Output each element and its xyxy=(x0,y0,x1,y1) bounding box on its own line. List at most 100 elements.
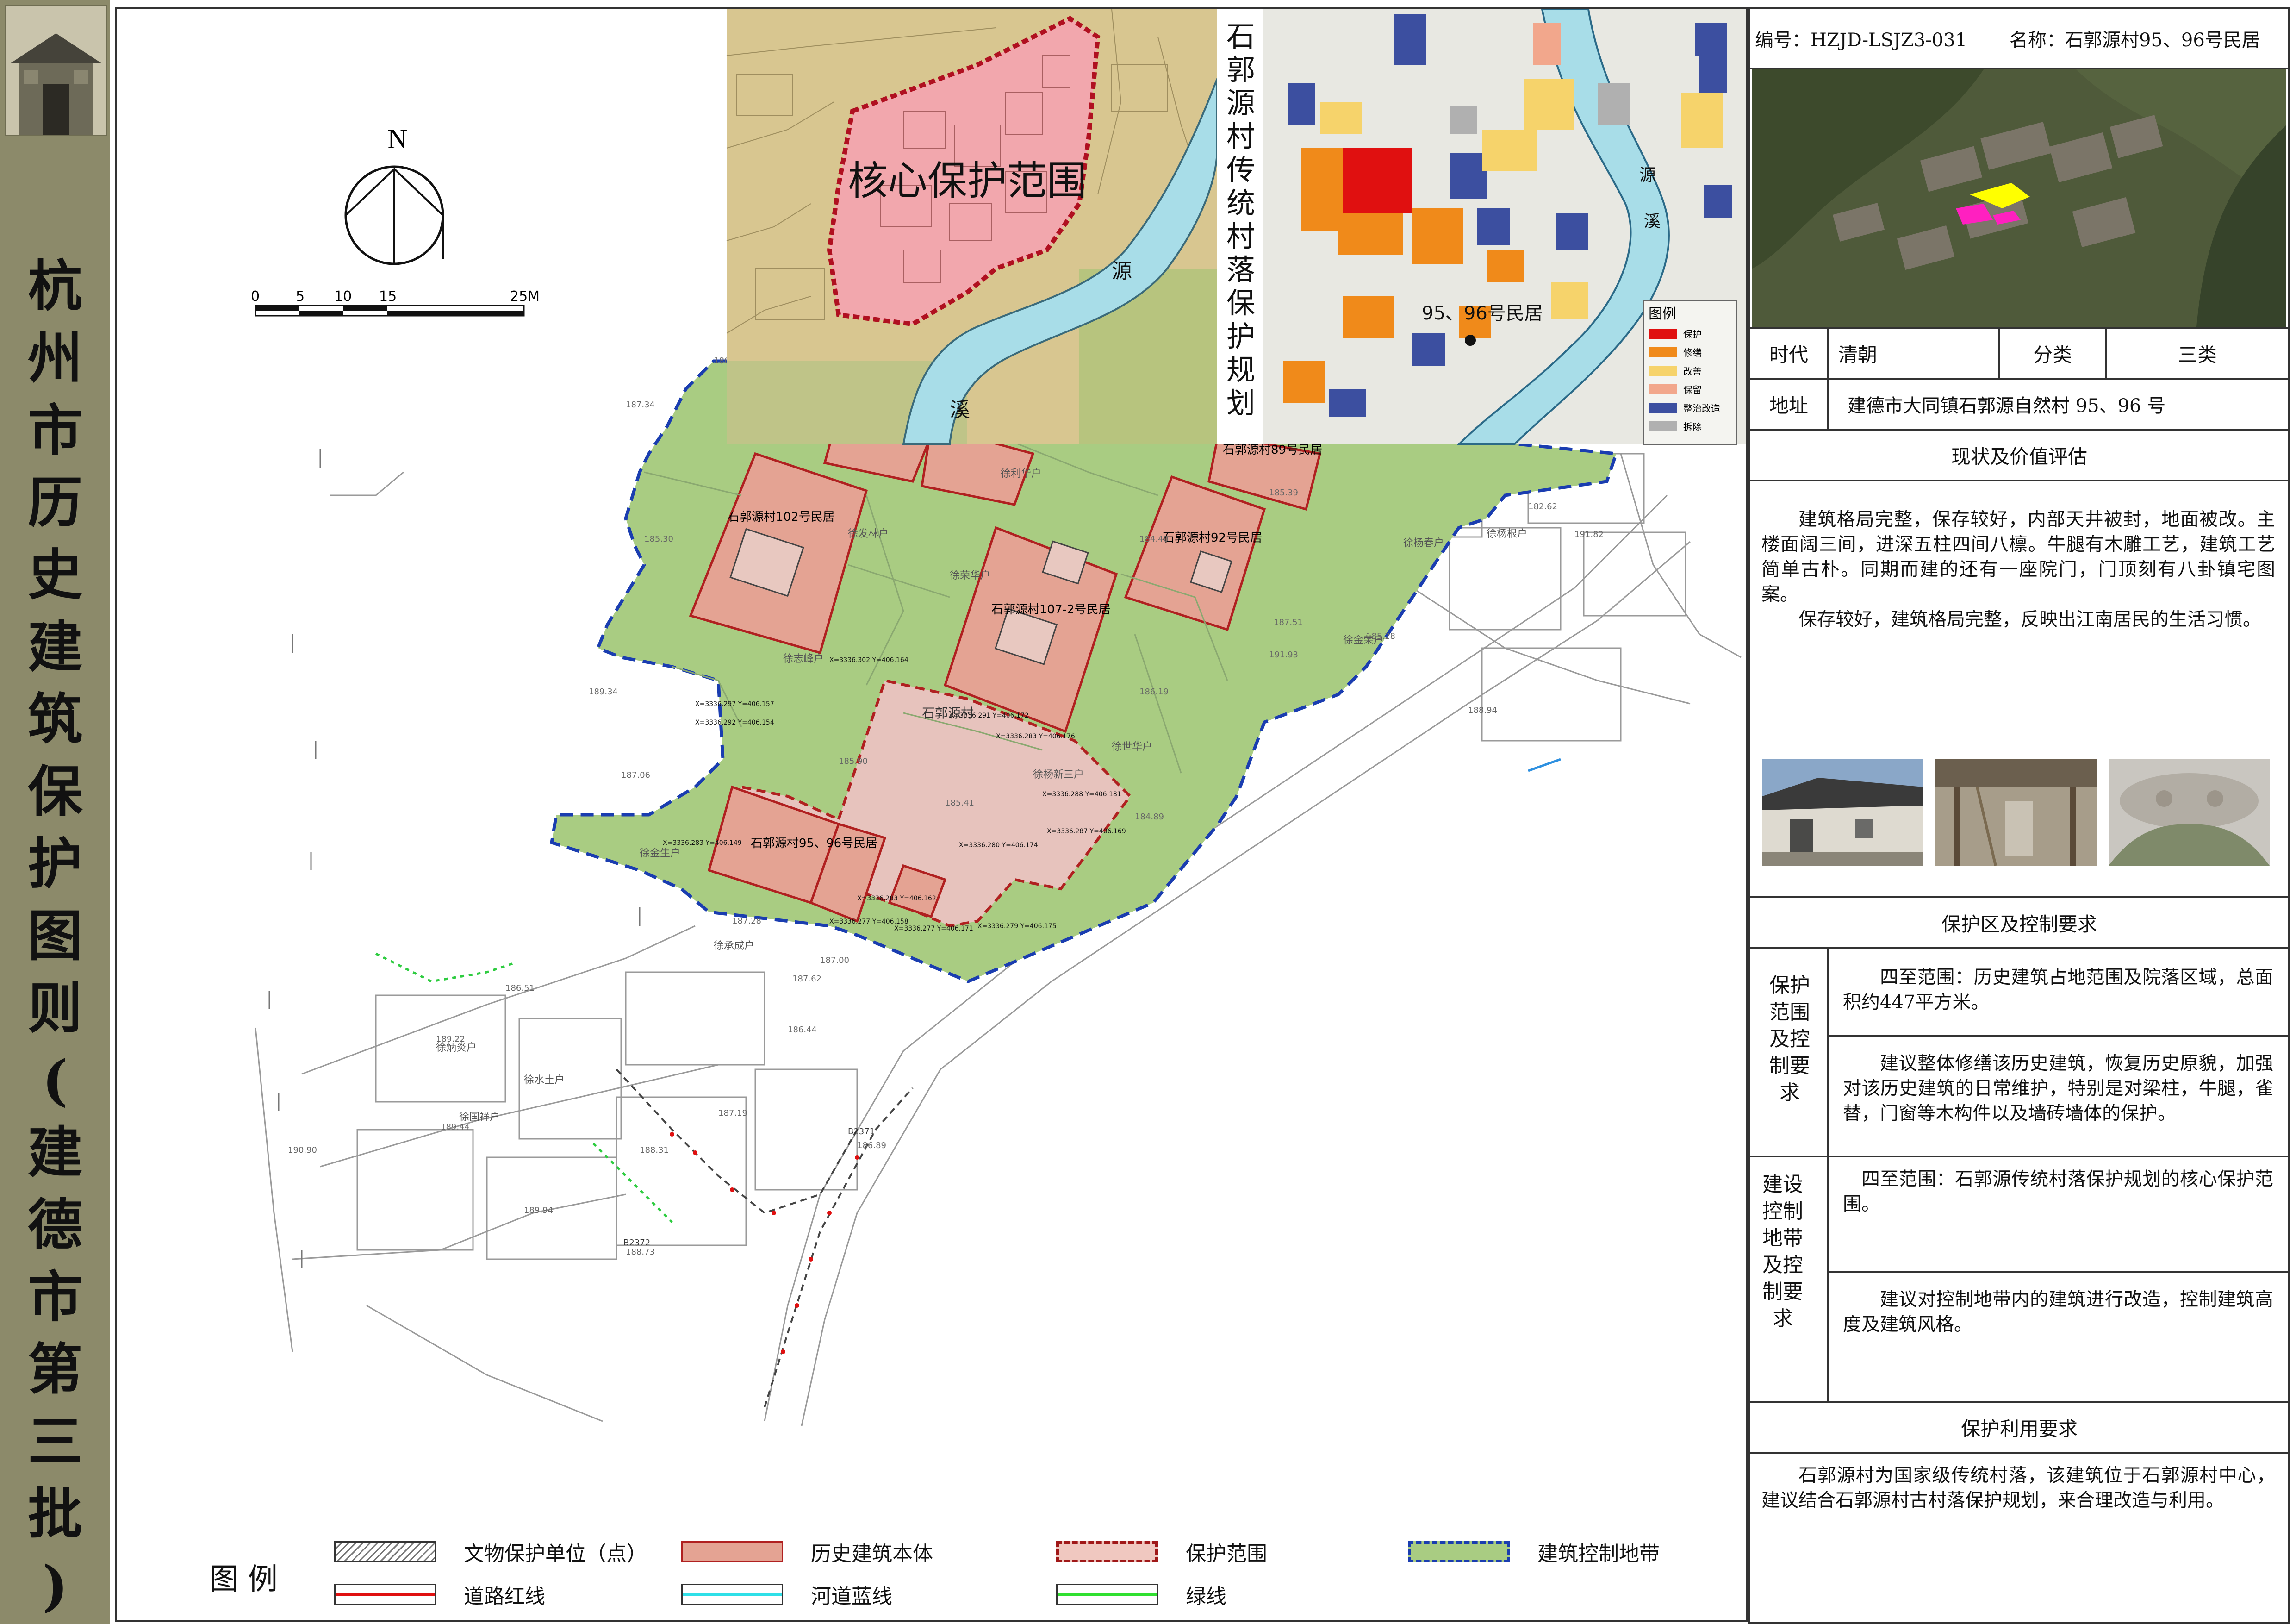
side-title-char: 三 xyxy=(27,1409,82,1474)
elevation-label: 188.94 xyxy=(1468,706,1497,715)
svg-text:徐金生户: 徐金生户 xyxy=(640,848,680,859)
status-paragraph-1: 建筑格局完整，保存较好，内部天井被封，地面被改。主楼面阔三间，进深五柱四间八檩。… xyxy=(1761,509,2275,605)
elevation-label: 185.30 xyxy=(644,534,673,544)
aerial-photo xyxy=(1750,69,2288,329)
svg-text:徐杨根户: 徐杨根户 xyxy=(1487,528,1527,540)
inset-legend-swatch xyxy=(1649,403,1677,413)
elevation-label: 187.06 xyxy=(621,770,650,780)
era-row: 时代 清朝 分类 三类 xyxy=(1750,329,2288,380)
svg-text:X=3336.297 Y=406.157: X=3336.297 Y=406.157 xyxy=(695,700,774,708)
svg-text:5: 5 xyxy=(296,288,305,305)
side-title-char: 市 xyxy=(27,1265,82,1329)
svg-text:10: 10 xyxy=(334,288,352,305)
site-map: N 0 5 10 15 25M 石郭源村102号民居 石郭源村107-2号民居 … xyxy=(115,7,1748,1530)
inset-title-char: 郭 xyxy=(1226,53,1255,87)
svg-text:核心保护范围: 核心保护范围 xyxy=(848,158,1087,204)
north-arrow-icon: N xyxy=(344,124,444,265)
protection-paragraph-1: 四至范围：历史建筑占地范围及院落区域，总面积约447平方米。 xyxy=(1843,967,2273,1013)
inset-legend-swatch xyxy=(1649,347,1677,357)
side-title-char: 批 xyxy=(27,1481,82,1546)
control-paragraph-1: 四至范围：石郭源传统村落保护规划的核心保护范围。 xyxy=(1843,1168,2273,1215)
svg-text:B2371: B2371 xyxy=(848,1127,875,1137)
svg-text:徐荣华户: 徐荣华户 xyxy=(950,570,990,581)
zone-heading-row: 保护区及控制要求 xyxy=(1750,898,2288,949)
inset-legend-swatch xyxy=(1649,421,1677,431)
svg-text:溪: 溪 xyxy=(1644,212,1661,231)
inset-title-char: 落 xyxy=(1226,253,1255,287)
svg-text:石郭源村95、96号民居: 石郭源村95、96号民居 xyxy=(751,837,877,850)
inset-legend-label: 拆除 xyxy=(1683,421,1702,432)
side-title-char: 历 xyxy=(27,470,82,535)
elevation-label: 189.94 xyxy=(524,1206,553,1215)
svg-text:徐利华户: 徐利华户 xyxy=(1001,468,1041,480)
legend-item-road-red-line: 道路红线 xyxy=(334,1580,545,1609)
inset-title-char: 传 xyxy=(1226,153,1255,187)
elevation-label: 191.82 xyxy=(1574,530,1604,539)
elevation-label: 184.89 xyxy=(1135,812,1164,822)
side-title-char: 保 xyxy=(27,759,82,824)
address-row: 地址 建德市大同镇石郭源自然村 95、96 号 xyxy=(1750,380,2288,431)
inset-legend-swatch xyxy=(1649,384,1677,394)
inset-legend-label: 修缮 xyxy=(1683,347,1702,358)
map-legend: 图例 文物保护单位（点） 历史建筑本体 保护范围 建筑控制地带 道路红线 河道蓝… xyxy=(115,1528,1748,1622)
protection-section: 保护范围及控制要求 四至范围：历史建筑占地范围及院落区域，总面积约447平方米。… xyxy=(1750,949,2288,1157)
svg-text:X=3336.283 Y=406.176: X=3336.283 Y=406.176 xyxy=(996,733,1075,740)
svg-text:溪: 溪 xyxy=(950,398,970,422)
svg-text:图例: 图例 xyxy=(1649,306,1676,322)
class-value: 三类 xyxy=(2178,343,2217,366)
svg-text:X=3336.279 Y=406.175: X=3336.279 Y=406.175 xyxy=(977,923,1057,930)
svg-text:源: 源 xyxy=(1639,166,1656,185)
legend-item-protection-range: 保护范围 xyxy=(1056,1537,1267,1567)
elevation-label: 191.93 xyxy=(1269,650,1298,660)
status-section: 建筑格局完整，保存较好，内部天井被封，地面被改。主楼面阔三间，进深五柱四间八檩。… xyxy=(1750,481,2288,898)
side-title-char: 市 xyxy=(27,398,82,462)
side-title-char: 护 xyxy=(27,831,82,896)
doc-number: 编号：HZJD-LSJZ3-031 xyxy=(1755,30,1967,51)
inset-legend-swatch xyxy=(1649,366,1677,376)
control-paragraph-2: 建议对控制地带内的建筑进行改造，控制建筑高度及建筑风格。 xyxy=(1843,1289,2273,1335)
status-paragraph-2: 保存较好，建筑格局完整，反映出江南居民的生活习惯。 xyxy=(1798,609,2261,630)
inset-title-char: 村 xyxy=(1226,219,1255,253)
elevation-label: 186.44 xyxy=(788,1025,817,1035)
legend-item-green-line: 绿线 xyxy=(1056,1580,1226,1609)
legend-item-heritage-point: 文物保护单位（点） xyxy=(334,1537,647,1567)
elevation-label: 190.90 xyxy=(288,1145,317,1155)
inset-legend-label: 保护 xyxy=(1683,329,1702,340)
svg-text:徐世华户: 徐世华户 xyxy=(1112,741,1152,753)
control-label: 建设控制地带及控制要求 xyxy=(1762,1173,1803,1330)
svg-text:徐承成户: 徐承成户 xyxy=(714,940,754,952)
era-label: 时代 xyxy=(1750,329,1829,378)
inset-core-protection-map: 核心保护范围 源 溪 xyxy=(726,9,1263,445)
inset-title-char: 护 xyxy=(1226,319,1255,353)
inset-title-char: 划 xyxy=(1226,386,1255,420)
svg-text:X=3336.280 Y=406.174: X=3336.280 Y=406.174 xyxy=(959,842,1038,849)
info-panel: 编号：HZJD-LSJZ3-031 名称：石郭源村95、96号民居 时代 清朝 … xyxy=(1748,7,2290,1624)
inset-legend-label: 整治改造 xyxy=(1683,403,1720,414)
elevation-label: 187.34 xyxy=(626,400,655,410)
elevation-label: 187.00 xyxy=(820,956,849,965)
svg-text:徐水土户: 徐水土户 xyxy=(524,1074,565,1086)
photo-carving xyxy=(2109,759,2270,866)
svg-text:X=3336.287 Y=406.169: X=3336.287 Y=406.169 xyxy=(1047,828,1126,835)
elevation-label: 188.31 xyxy=(640,1145,669,1155)
use-heading: 保护利用要求 xyxy=(1960,1417,2078,1440)
status-heading: 现状及价值评估 xyxy=(1951,445,2087,468)
inset-title-char: 源 xyxy=(1226,86,1255,120)
side-title-char: 史 xyxy=(27,543,82,607)
legend-item-river-blue-line: 河道蓝线 xyxy=(681,1580,892,1609)
control-section: 建设控制地带及控制要求 四至范围：石郭源传统村落保护规划的核心保护范围。 建议对… xyxy=(1750,1157,2288,1403)
photo-interior xyxy=(1935,759,2097,866)
side-band: 杭州市历史建筑保护图则(建德市第三批) xyxy=(0,0,110,1624)
svg-text:石郭源村102号民居: 石郭源村102号民居 xyxy=(728,510,835,524)
elevation-label: 188.73 xyxy=(626,1247,655,1257)
svg-text:15: 15 xyxy=(379,288,397,305)
side-title-char: 建 xyxy=(27,615,82,679)
side-title-char: 筑 xyxy=(27,687,82,751)
panel-header: 编号：HZJD-LSJZ3-031 名称：石郭源村95、96号民居 xyxy=(1750,9,2288,69)
class-label: 分类 xyxy=(2000,329,2107,378)
elevation-label: 187.62 xyxy=(792,974,821,984)
use-section: 石郭源村为国家级传统村落，该建筑位于石郭源村中心，建议结合石郭源村古村落保护规划… xyxy=(1761,1463,2275,1513)
side-title-char: 德 xyxy=(27,1193,82,1257)
side-title-char: ) xyxy=(42,1554,68,1618)
svg-text:N: N xyxy=(387,124,407,154)
